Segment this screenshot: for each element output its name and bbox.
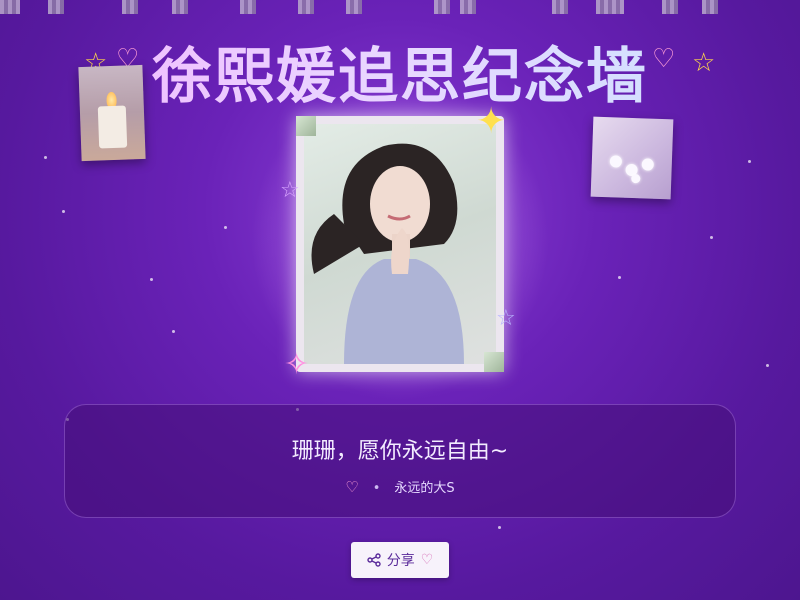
sparkle-dot: [748, 160, 751, 163]
star-icon: ☆: [280, 178, 300, 203]
candle-photo: [78, 64, 146, 162]
portrait-corner-decoration: [484, 352, 504, 372]
sparkle-dot: [618, 276, 621, 279]
tribute-message: 珊珊，愿你永远自由~: [291, 439, 509, 464]
pixel-block: [240, 0, 256, 14]
sparkle-dot: [172, 330, 175, 333]
sparkle-icon: ✧: [284, 347, 310, 382]
pixel-block: [662, 0, 678, 14]
separator-dot: •: [372, 481, 381, 496]
pixel-block: [552, 0, 568, 14]
portrait-illustration: [311, 143, 464, 364]
flower: [641, 158, 654, 171]
pixel-block: [0, 0, 20, 14]
pixel-block: [172, 0, 188, 14]
tribute-meta: ♡ • 永远的大S: [65, 477, 735, 496]
star-icon: ☆: [496, 306, 516, 331]
pixel-block: [460, 0, 476, 14]
pixel-block: [122, 0, 138, 14]
sparkle-dot: [150, 278, 153, 281]
share-label: 分享: [386, 553, 415, 569]
sparkle-dot: [44, 156, 47, 159]
sweater-shape: [344, 259, 464, 364]
flower: [609, 155, 623, 168]
portrait-corner-decoration: [296, 116, 316, 136]
portrait-image: [304, 124, 496, 364]
sparkle-dot: [62, 210, 65, 213]
sparkle-dot: [498, 526, 501, 529]
heart-icon: ♡: [420, 552, 434, 568]
pixel-block: [702, 0, 718, 14]
candle-body: [97, 105, 128, 149]
tribute-card: 珊珊，愿你永远自由~ ♡ • 永远的大S: [64, 404, 736, 518]
flower: [631, 173, 641, 184]
pixel-block: [346, 0, 362, 14]
sparkle-icon: ✦: [476, 101, 507, 142]
lily-photo: [590, 116, 674, 200]
memorial-portrait[interactable]: [296, 116, 504, 372]
share-icon: [367, 553, 381, 567]
tribute-author: 永远的大S: [394, 481, 455, 496]
pixel-block: [434, 0, 450, 14]
pixel-block: [596, 0, 624, 14]
sparkle-dot: [710, 236, 713, 239]
sparkle-dot: [766, 364, 769, 367]
sparkle-dot: [224, 226, 227, 229]
share-button[interactable]: 分享 ♡: [351, 542, 449, 578]
top-pixel-strip: [0, 0, 800, 16]
pixel-block: [298, 0, 314, 14]
heart-icon[interactable]: ♡: [345, 478, 358, 496]
pixel-block: [48, 0, 64, 14]
